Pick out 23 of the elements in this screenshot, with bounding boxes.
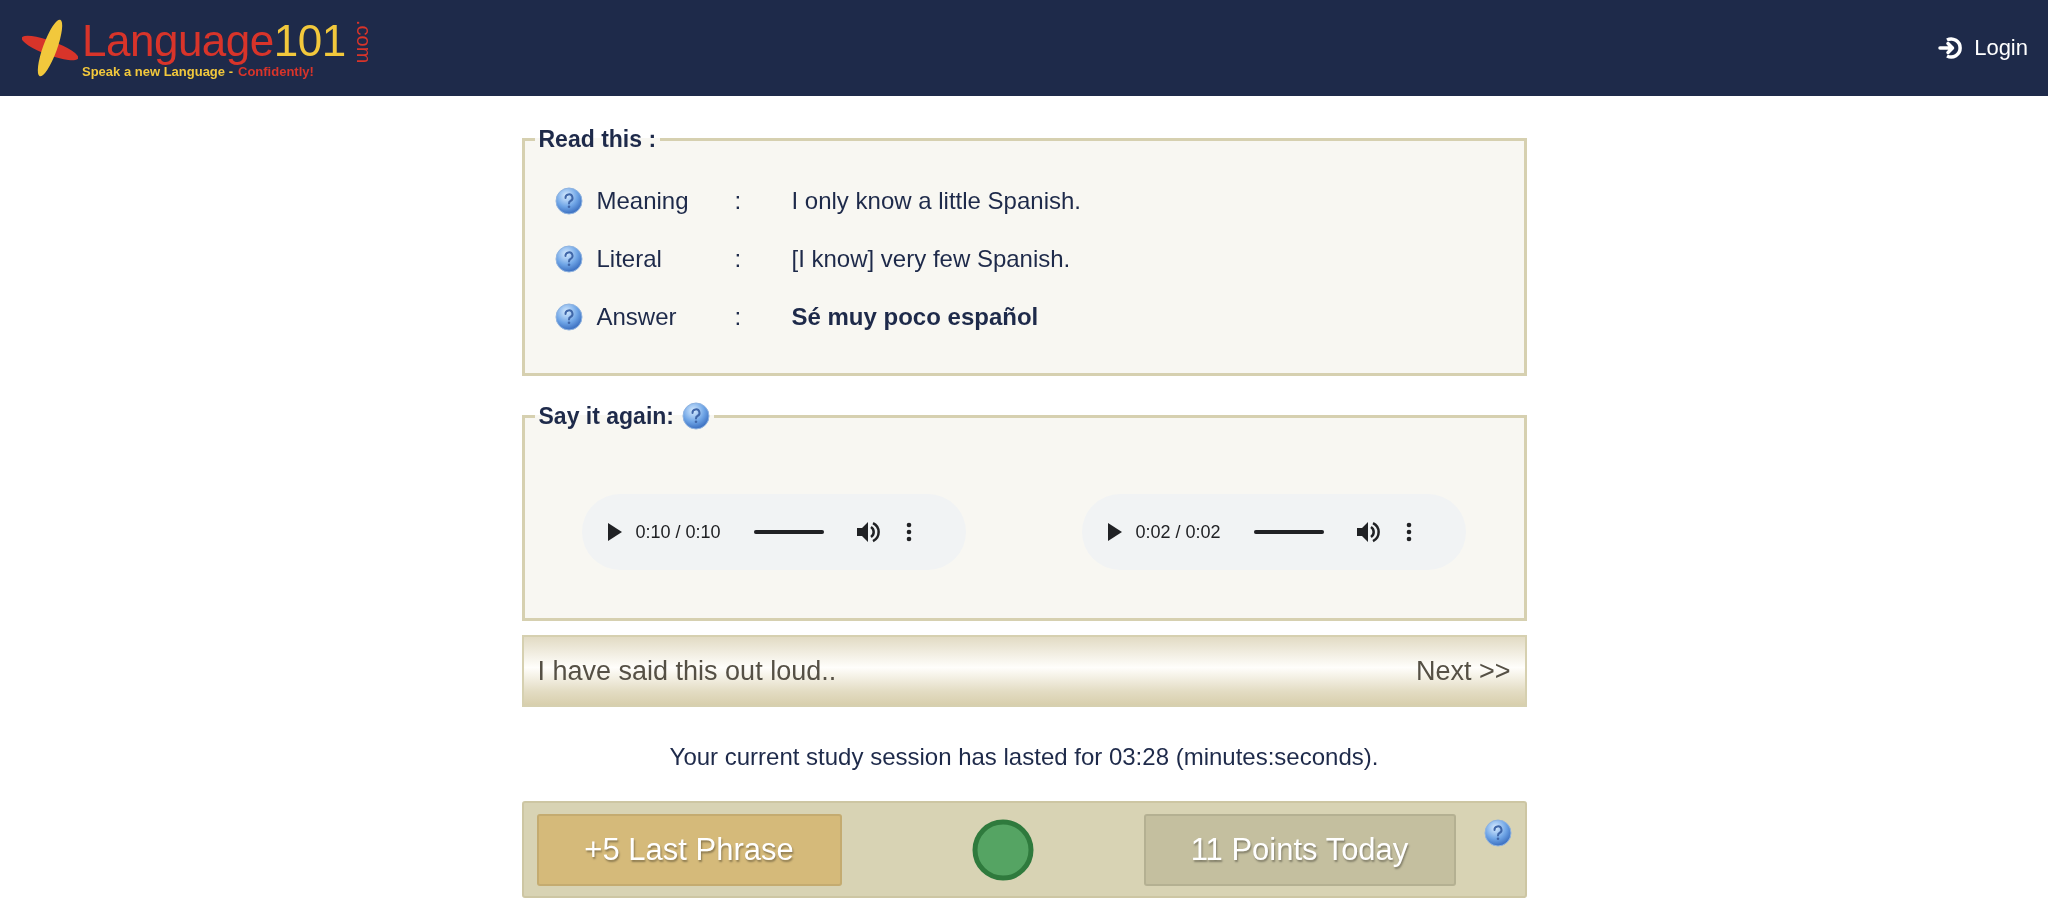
- audio-player[interactable]: 0:02 / 0:02: [1081, 494, 1466, 570]
- audio-time: 0:10 / 0:10: [635, 521, 722, 543]
- row-value: Sé muy poco español: [791, 303, 1039, 331]
- said-out-loud-bar[interactable]: I have said this out loud.. Next >>: [521, 635, 1527, 707]
- session-duration-text: Your current study session has lasted for 03:28 (minutes:seconds).: [668, 743, 1380, 771]
- row-label: Meaning: [596, 187, 690, 215]
- colon-separator: :: [734, 187, 743, 215]
- row-label: Answer: [596, 303, 678, 331]
- row-value: I only know a little Spanish.: [791, 187, 1081, 215]
- colon-separator: :: [734, 245, 743, 273]
- section-title: Read this :: [538, 126, 657, 153]
- audio-player[interactable]: 0:10 / 0:10: [581, 494, 966, 570]
- next-label: Next >>: [1415, 655, 1511, 687]
- section-title: Say it again:: [538, 402, 674, 430]
- login-link[interactable]: Login: [1938, 35, 2028, 61]
- row-value: [I know] very few Spanish.: [791, 245, 1071, 273]
- row-label: Literal: [596, 245, 663, 273]
- logo-name: Language: [82, 17, 274, 64]
- said-out-loud-label: I have said this out loud..: [537, 655, 837, 687]
- audio-time: 0:02 / 0:02: [1135, 521, 1222, 543]
- logo-number: 101: [273, 17, 346, 64]
- logo-domain: .com: [353, 20, 374, 64]
- colon-separator: :: [734, 303, 743, 331]
